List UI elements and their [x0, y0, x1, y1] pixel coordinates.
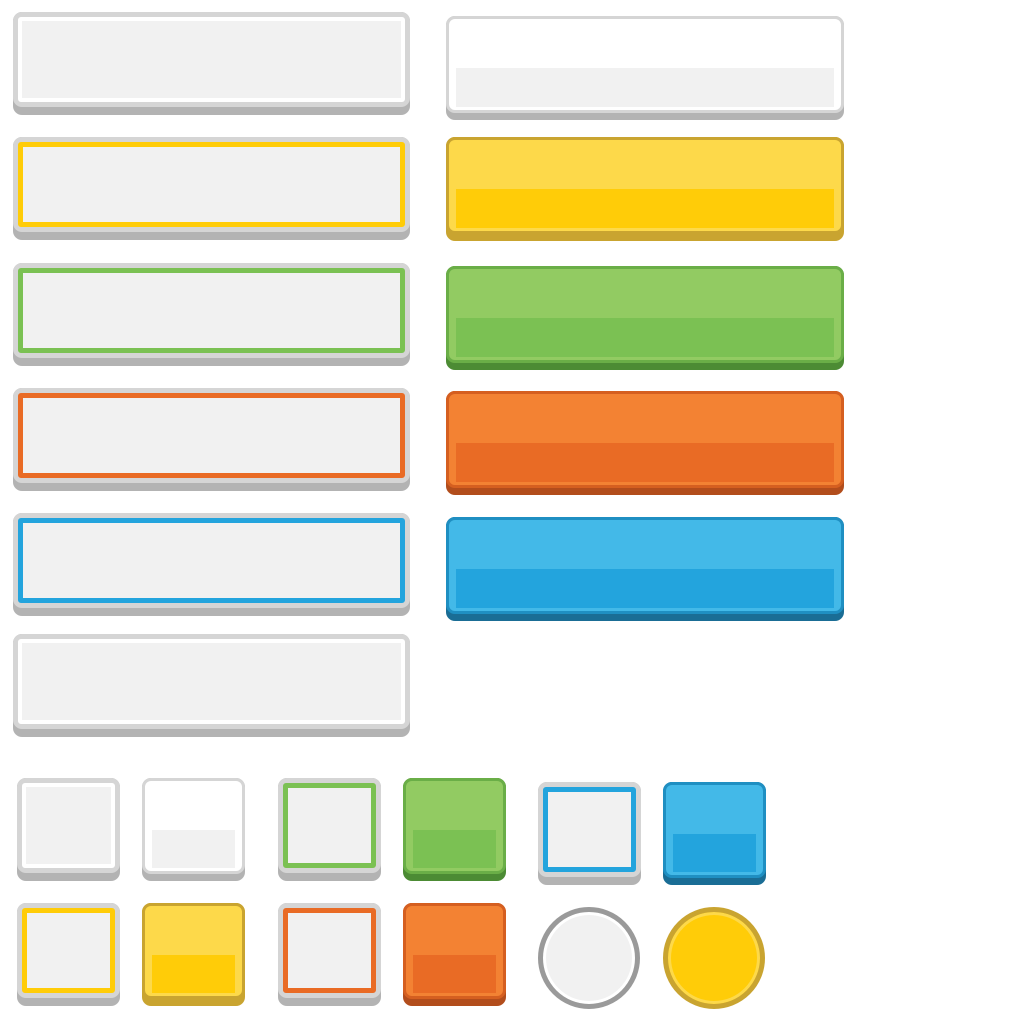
- wide-button-white-filled-shade: [456, 68, 834, 107]
- square-button-yellow-filled[interactable]: [142, 903, 245, 1006]
- square-button-blue-outline[interactable]: [538, 782, 641, 885]
- square-button-white-outline-inner: [22, 783, 115, 868]
- wide-button-orange-filled-shade: [456, 443, 834, 482]
- wide-button-green-filled[interactable]: [446, 266, 844, 370]
- square-button-white-outline[interactable]: [17, 778, 120, 881]
- wide-button-orange-outline[interactable]: [13, 388, 410, 491]
- wide-button-blue-filled-shade: [456, 569, 834, 608]
- square-button-yellow-outline-inner: [22, 908, 115, 993]
- wide-button-white-filled[interactable]: [446, 16, 844, 120]
- wide-button-blue-filled[interactable]: [446, 517, 844, 621]
- wide-button-blue-outline[interactable]: [13, 513, 410, 616]
- wide-button-yellow-outline-inner: [18, 142, 405, 227]
- square-button-orange-outline[interactable]: [278, 903, 381, 1006]
- square-button-yellow-outline[interactable]: [17, 903, 120, 1006]
- wide-button-plain-outline[interactable]: [13, 634, 410, 737]
- square-button-blue-outline-inner: [543, 787, 636, 872]
- wide-button-yellow-filled[interactable]: [446, 137, 844, 241]
- square-button-orange-filled[interactable]: [403, 903, 506, 1006]
- wide-button-white-outline-inner: [18, 17, 405, 102]
- wide-button-yellow-outline[interactable]: [13, 137, 410, 240]
- wide-button-orange-filled[interactable]: [446, 391, 844, 495]
- wide-button-green-outline-inner: [18, 268, 405, 353]
- wide-button-green-filled-shade: [456, 318, 834, 357]
- round-button-gray[interactable]: [538, 907, 640, 1009]
- square-button-orange-filled-shade: [413, 955, 496, 993]
- square-button-blue-filled-shade: [673, 834, 756, 872]
- square-button-blue-filled[interactable]: [663, 782, 766, 885]
- square-button-white-filled-shade: [152, 830, 235, 868]
- wide-button-white-outline[interactable]: [13, 12, 410, 115]
- square-button-green-filled-shade: [413, 830, 496, 868]
- square-button-orange-outline-inner: [283, 908, 376, 993]
- wide-button-blue-outline-inner: [18, 518, 405, 603]
- wide-button-yellow-filled-shade: [456, 189, 834, 228]
- round-button-yellow[interactable]: [663, 907, 765, 1009]
- wide-button-orange-outline-inner: [18, 393, 405, 478]
- wide-button-plain-outline-inner: [18, 639, 405, 724]
- square-button-green-filled[interactable]: [403, 778, 506, 881]
- square-button-yellow-filled-shade: [152, 955, 235, 993]
- square-button-green-outline[interactable]: [278, 778, 381, 881]
- square-button-white-filled[interactable]: [142, 778, 245, 881]
- wide-button-green-outline[interactable]: [13, 263, 410, 366]
- square-button-green-outline-inner: [283, 783, 376, 868]
